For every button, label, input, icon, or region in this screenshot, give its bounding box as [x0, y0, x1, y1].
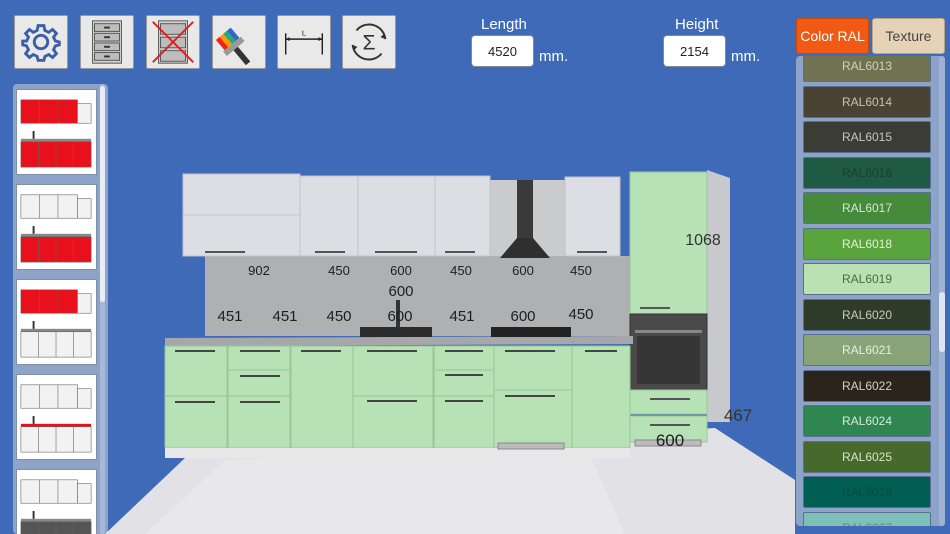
ruler-label: L: [302, 28, 307, 37]
sink: [360, 327, 432, 337]
length-label: Length: [481, 16, 527, 33]
tall-column-cabinet: [629, 171, 708, 447]
side-wall: [707, 170, 730, 422]
kitchen-preset-2[interactable]: [16, 184, 97, 270]
length-unit: mm.: [539, 48, 569, 65]
ral-swatch-ral6025[interactable]: RAL6025: [803, 440, 931, 473]
ral-swatch-ral6016[interactable]: RAL6016: [803, 156, 931, 189]
ral-swatch-ral6021[interactable]: RAL6021: [803, 334, 931, 366]
countertop: [165, 336, 633, 346]
kitchen-preset-list[interactable]: [13, 84, 108, 534]
dim-upper-5: 600: [512, 263, 534, 278]
dim-upper-2: 450: [328, 263, 350, 278]
dim-lower-5: 451: [449, 308, 474, 325]
kitchen-preset-5[interactable]: [16, 469, 97, 534]
dimension-ruler-icon[interactable]: L: [277, 15, 331, 69]
palette-scrollbar-thumb[interactable]: [939, 292, 945, 352]
ral-swatch-ral6022[interactable]: RAL6022: [803, 369, 931, 402]
height-unit: mm.: [731, 48, 761, 65]
ral-swatch-ral6017[interactable]: RAL6017: [803, 192, 931, 224]
length-input[interactable]: 4520: [471, 35, 534, 67]
remove-cabinet-icon[interactable]: [146, 15, 200, 69]
dim-sink: 600: [388, 283, 413, 300]
ral-swatch-ral6027[interactable]: RAL6027: [803, 511, 931, 526]
drawer-cabinet-icon[interactable]: [80, 15, 134, 69]
dim-lower-6: 600: [510, 308, 535, 325]
dim-lower-2: 451: [272, 308, 297, 325]
sum-symbol: Σ: [362, 32, 375, 55]
sum-calculate-icon[interactable]: Σ: [342, 15, 396, 69]
palette-scrollbar[interactable]: [939, 56, 945, 526]
ral-swatch-ral6019[interactable]: RAL6019: [803, 263, 931, 295]
dim-upper-1: 902: [248, 263, 270, 278]
cooktop: [491, 327, 571, 337]
height-label: Height: [675, 16, 719, 33]
ral-swatch-ral6020[interactable]: RAL6020: [803, 298, 931, 331]
kitchen-preset-1[interactable]: [16, 89, 97, 175]
height-input[interactable]: 2154: [663, 35, 726, 67]
kitchen-preset-3[interactable]: [16, 279, 97, 365]
ral-swatch-ral6015[interactable]: RAL6015: [803, 121, 931, 153]
kitchen-3d-view[interactable]: 902 450 600 450 600 450 600 451 451 450 …: [105, 160, 795, 534]
dim-lower-4: 600: [387, 308, 412, 325]
paint-brush-icon[interactable]: [212, 15, 266, 69]
dim-lower-1: 451: [217, 308, 242, 325]
hood-chimney: [517, 180, 533, 238]
dim-column-width: 600: [656, 431, 684, 450]
dim-lower-3: 450: [326, 308, 351, 325]
lower-cabinets: [164, 345, 631, 458]
kitchen-preset-4[interactable]: [16, 374, 97, 460]
settings-gear-icon[interactable]: [14, 15, 68, 69]
dim-column-depth: 467: [724, 406, 752, 425]
ral-color-palette[interactable]: RAL6013 RAL6014 RAL6015 RAL6016 RAL6017 RAL60…: [796, 56, 945, 526]
tab-color-ral[interactable]: Color RAL: [796, 18, 869, 54]
dim-upper-3: 600: [390, 263, 412, 278]
ral-swatch-ral6018[interactable]: RAL6018: [803, 227, 931, 260]
dim-upper-6: 450: [570, 263, 592, 278]
dim-column-height: 1068: [685, 232, 721, 249]
ral-swatch-ral6026[interactable]: RAL6026: [803, 476, 931, 508]
ral-swatch-ral6014[interactable]: RAL6014: [803, 85, 931, 118]
dim-upper-4: 450: [450, 263, 472, 278]
tab-texture[interactable]: Texture: [872, 18, 945, 54]
dim-lower-7: 450: [568, 306, 593, 323]
ral-swatch-ral6024[interactable]: RAL6024: [803, 405, 931, 437]
ral-swatch-ral6013[interactable]: RAL6013: [803, 56, 931, 82]
